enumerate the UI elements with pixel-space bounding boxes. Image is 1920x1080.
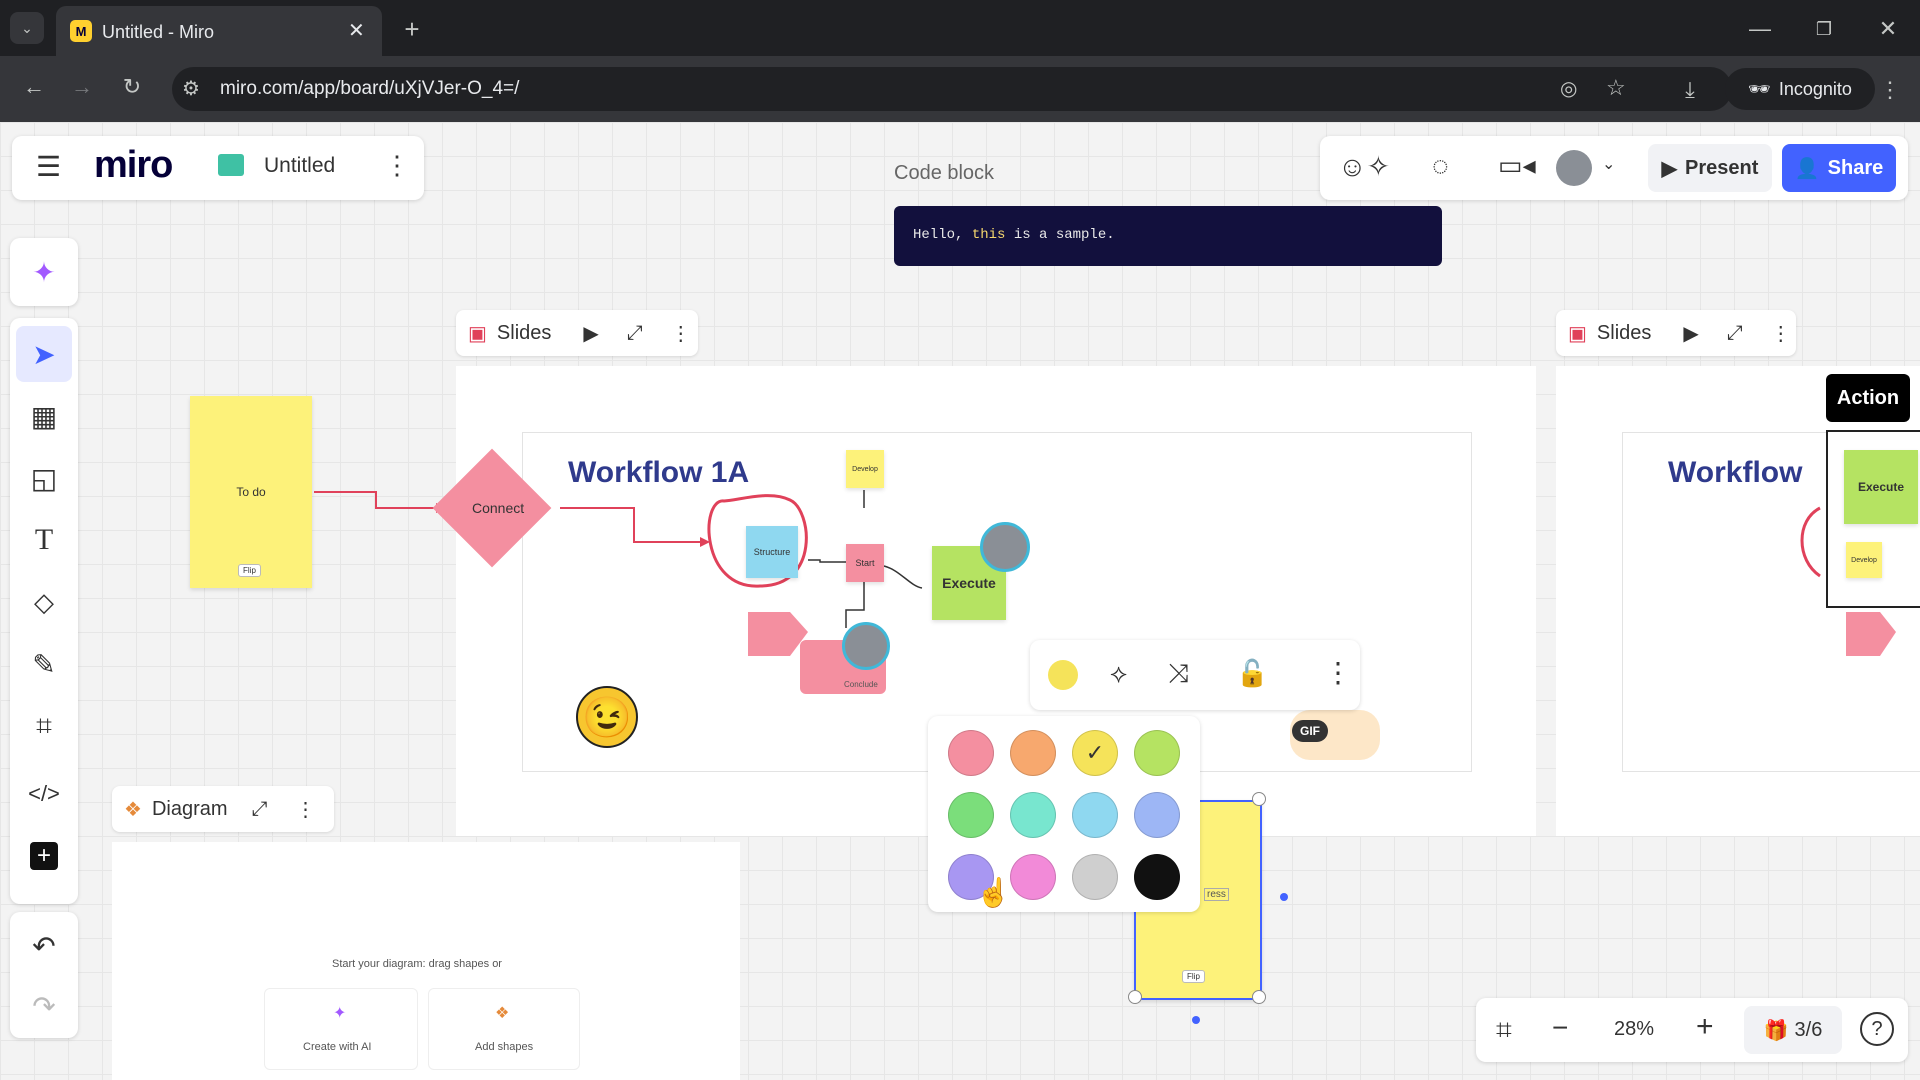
connector-start-conclude [845,582,865,628]
lock-icon[interactable]: 🔓 [1236,658,1268,689]
add-shapes-label: Add shapes [475,1041,534,1053]
zoom-out-icon[interactable]: − [1552,1012,1568,1044]
connector-start-execute [883,565,923,589]
resize-handle[interactable] [1128,990,1142,1004]
color-swatch-gray[interactable] [1072,854,1118,900]
connection-dot[interactable] [1280,893,1288,901]
help-icon[interactable]: ? [1860,1012,1894,1046]
pages-count: 3/6 [1794,1018,1823,1041]
collaborator-avatar[interactable] [842,622,890,670]
flip-badge[interactable]: Flip [1182,970,1205,983]
pink-arrow-shape [748,612,808,656]
diagram-icon: ❖ [124,798,142,821]
shuffle-icon[interactable]: ⤨ [1168,658,1189,690]
checkmark-icon: ✓ [1085,740,1105,765]
link-icon[interactable]: ⟡ [1110,658,1127,690]
fit-to-screen-icon[interactable]: ⌗ [1496,1014,1512,1047]
expand-icon[interactable]: ⤢ [252,798,268,821]
color-swatch-yellow[interactable]: ✓ [1072,730,1118,776]
diagram-frame[interactable]: Start your diagram: drag shapes or ✦ Cre… [112,842,740,1080]
gift-counter[interactable]: 🎁 3/6 [1744,1006,1842,1054]
mouse-cursor-icon: ☝ [976,877,1011,908]
color-swatch-light-blue[interactable] [1072,792,1118,838]
color-swatch-light-green[interactable] [1134,730,1180,776]
diagram-label: Diagram [151,797,228,820]
develop-sticky[interactable]: Develop [846,450,884,488]
more-options-icon[interactable]: ⋮ [1324,656,1352,689]
resize-handle[interactable] [1252,990,1266,1004]
color-swatch-orange[interactable] [1010,730,1056,776]
ai-sparkle-icon: ✦ [333,1005,347,1022]
structure-sticky[interactable]: Structure [746,526,798,578]
color-swatch-pink[interactable] [948,730,994,776]
in-progress-label: ress [1204,888,1229,901]
color-palette: ✓ [928,716,1200,912]
connector-connect-structure [560,507,700,543]
collaborator-avatar[interactable] [980,522,1030,572]
diagram-frame-header[interactable]: ❖ Diagram ⤢ ⋮ [112,786,334,832]
connector-todo-connect [314,491,436,509]
diagram-prompt: Start your diagram: drag shapes or [332,958,502,970]
gif-badge: GIF [1292,720,1328,742]
color-swatch-green[interactable] [948,792,994,838]
structure-outline-right [1800,506,1821,578]
shapes-icon: ❖ [495,1005,510,1022]
color-swatch-magenta[interactable] [1010,854,1056,900]
create-with-ai-label: Create with AI [303,1041,372,1053]
conclude-label: Conclude [844,680,878,689]
connector-structure-start [808,559,846,563]
color-swatch-black[interactable] [1134,854,1180,900]
create-with-ai-button[interactable]: ✦ Create with AI [264,988,418,1070]
pink-arrow-shape-right [1846,612,1896,656]
connect-label: Connect [472,500,525,516]
gift-icon: 🎁 [1763,1019,1789,1042]
zoom-in-icon[interactable]: + [1696,1010,1714,1044]
add-shapes-button[interactable]: ❖ Add shapes [428,988,580,1070]
gif-sticker[interactable]: GIF [1290,710,1380,760]
start-sticky[interactable]: Start [846,544,884,582]
color-picker-button[interactable] [1048,660,1078,690]
color-swatch-blue[interactable] [1134,792,1180,838]
color-swatch-teal[interactable] [1010,792,1056,838]
resize-handle[interactable] [1252,792,1266,806]
winking-emoji-icon[interactable]: 😉 [576,686,638,748]
zoom-level[interactable]: 28% [1614,1018,1654,1041]
connection-dot[interactable] [1192,1016,1200,1024]
more-icon[interactable]: ⋮ [296,797,316,822]
context-toolbar: ⟡ ⤨ 🔓 ⋮ [1030,640,1360,710]
zoom-controls: ⌗ − 28% + 🎁 3/6 ? [1476,998,1908,1062]
